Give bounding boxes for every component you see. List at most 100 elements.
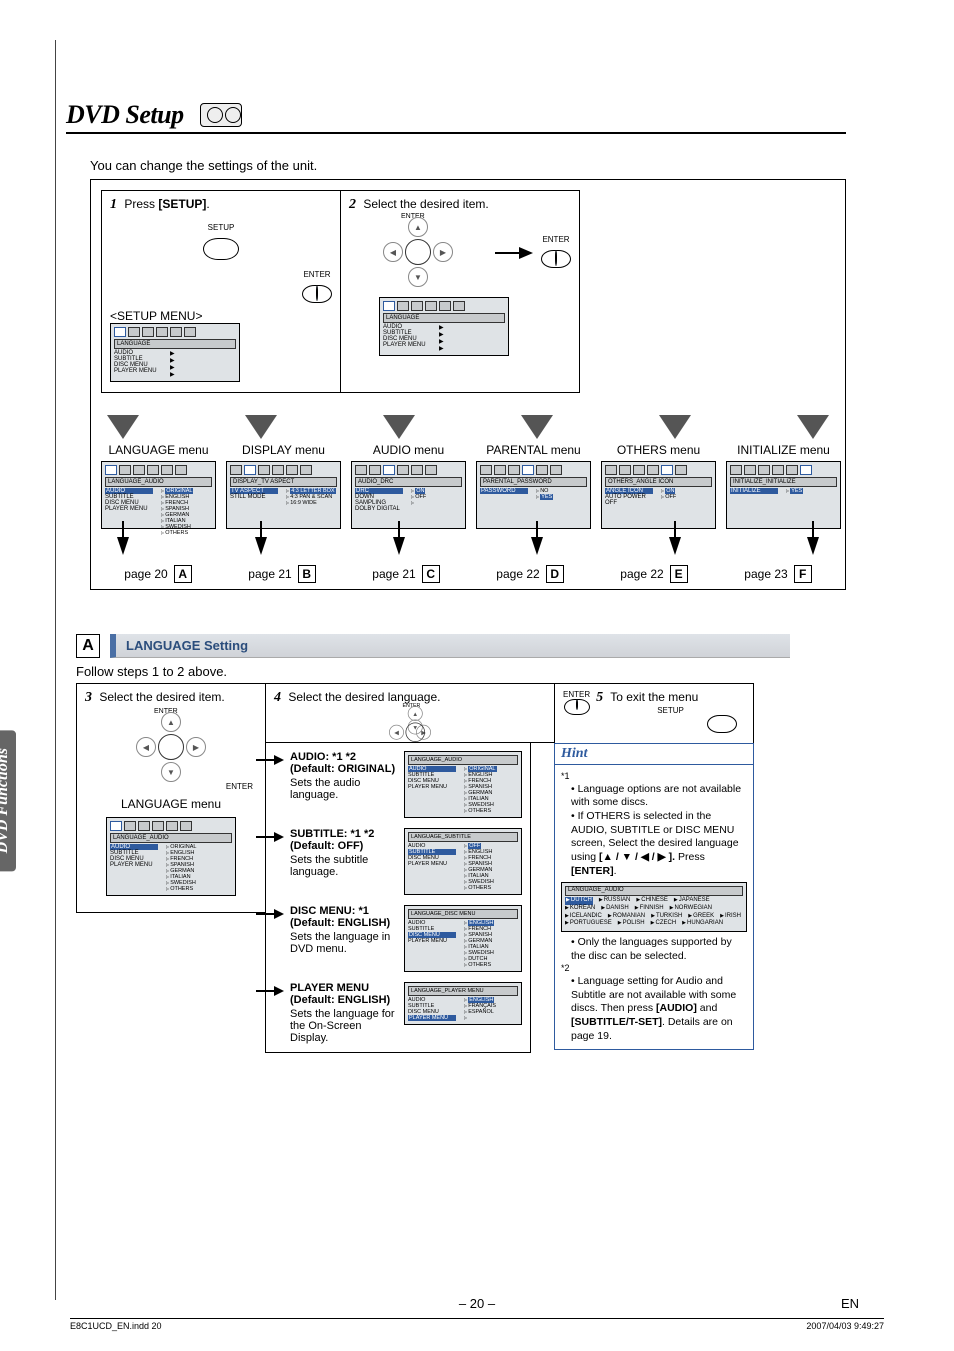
page-ref-F: page 23F	[721, 565, 835, 583]
dpad-icon-3: ENTER ▲▼ ◀▶	[136, 712, 206, 782]
enter-label-3b: ENTER	[85, 782, 253, 791]
step3-osd-header: LANGUAGE_AUDIO	[110, 833, 232, 843]
enter-button-icon-5	[564, 699, 590, 715]
step3-osd: LANGUAGE_AUDIO AUDIOSUBTITLEDISC MENUPLA…	[106, 817, 236, 896]
hint-body: *1 Language options are not available wi…	[555, 765, 753, 1049]
arrow-right-2	[495, 245, 533, 259]
step-1-bold: [SETUP]	[158, 197, 206, 211]
step-1: 1 Press [SETUP]. SETUP ENTER <SETUP MENU…	[101, 190, 341, 393]
hint-bullet-4: Language setting for Audio and Subtitle …	[571, 975, 747, 1043]
osd2-r4: PLAYER MENU	[383, 342, 431, 348]
enter-label-1: ENTER	[302, 270, 332, 279]
step-2-num: 2	[349, 197, 356, 212]
setup-button-icon-5	[707, 715, 737, 733]
hint-bullet-3: Only the languages supported by the disc…	[571, 936, 747, 963]
page-title: DVD Setup	[66, 100, 184, 130]
page-body: DVD Setup You can change the settings of…	[55, 40, 900, 1300]
title-row: DVD Setup	[66, 100, 846, 134]
step-1-text: Press	[124, 197, 158, 211]
page-lang: EN	[841, 1296, 859, 1311]
menu-label-F: INITIALIZE menu	[737, 443, 830, 457]
hint-osd: LANGUAGE_AUDIO DUTCHRUSSIANCHINESEJAPANE…	[561, 882, 747, 932]
step2-osd: LANGUAGE AUDIO SUBTITLE DISC MENU PLAYER…	[379, 297, 509, 356]
big-arrows-row	[107, 415, 829, 439]
setup-label-5: SETUP	[596, 706, 745, 715]
top-flow-box: 1 Press [SETUP]. SETUP ENTER <SETUP MENU…	[90, 179, 846, 590]
osd-cat-1: LANGUAGE	[114, 339, 236, 349]
page-ref-C: page 21C	[349, 565, 463, 583]
page-ref-E: page 22E	[597, 565, 711, 583]
menu-label-E: OTHERS menu	[617, 443, 700, 457]
disc-icon	[200, 103, 242, 127]
arrow-down-6	[797, 415, 829, 439]
menu-col-F: INITIALIZE menu INITIALIZE_INITIALIZE IN…	[726, 443, 841, 529]
step-3-col: 3 Select the desired item. ENTER ▲▼ ◀▶ E…	[76, 683, 266, 1053]
step-2: 2 Select the desired item. ENTER ▲▼ ◀▶ E…	[340, 190, 580, 393]
arrow-down-2	[245, 415, 277, 439]
arrow-down-4	[521, 415, 553, 439]
menu-osd-D: PARENTAL_PASSWORD PASSWORD▷ NO▷ YES	[476, 461, 591, 529]
hint-bullet-1: Language options are not available with …	[571, 783, 747, 810]
step-1-num: 1	[110, 197, 117, 212]
page-ref-D: page 22D	[473, 565, 587, 583]
thin-arrow-1	[117, 537, 129, 555]
intro-text: You can change the settings of the unit.	[90, 158, 900, 173]
thin-arrows-row	[107, 537, 829, 555]
enter-button-icon-2	[541, 250, 571, 268]
enter-label-2b: ENTER	[541, 235, 571, 244]
menu-col-B: DISPLAY menu DISPLAY_TV ASPECT TV ASPECT…	[226, 443, 341, 529]
menus-row: LANGUAGE menu LANGUAGE_AUDIO AUDIOSUBTIT…	[101, 443, 835, 529]
menu-label-B: DISPLAY menu	[242, 443, 325, 457]
step4-item-2: DISC MENU: *1 (Default: ENGLISH) Sets th…	[274, 905, 522, 972]
enter-label-5: ENTER	[563, 690, 590, 699]
side-tab: DVD Functions	[0, 730, 16, 871]
step-5-col: ENTER 5 To exit the menu SETUP Hint *1	[555, 683, 754, 1053]
section-a-letter: A	[76, 634, 100, 658]
footer-line: E8C1UCD_EN.indd 20 2007/04/03 9:49:27	[70, 1318, 884, 1331]
setup-button-icon	[203, 238, 239, 260]
step4-items: AUDIO: *1 *2 (Default: ORIGINAL) Sets th…	[265, 743, 531, 1053]
section-a-head: A LANGUAGE Setting	[76, 634, 900, 658]
step3-text: Select the desired item.	[99, 690, 224, 704]
step4-text: Select the desired language.	[288, 690, 440, 704]
menu-label-D: PARENTAL menu	[486, 443, 580, 457]
page-number: – 20 –	[0, 1296, 954, 1311]
menu-osd-B: DISPLAY_TV ASPECT TV ASPECTSTILL MODE▷ 4…	[226, 461, 341, 529]
thin-arrow-6	[807, 537, 819, 555]
hint-osd-bar: LANGUAGE_AUDIO	[565, 886, 743, 896]
step1-osd: LANGUAGE AUDIO SUBTITLE DISC MENU PLAYER…	[110, 323, 240, 382]
step4-num: 4	[274, 690, 281, 705]
setup-menu-caption: <SETUP MENU>	[110, 309, 332, 323]
footer-file: E8C1UCD_EN.indd 20	[70, 1321, 162, 1331]
menu-col-C: AUDIO menu AUDIO_DRC DRCDOWN SAMPLINGDOL…	[351, 443, 466, 529]
menu-col-D: PARENTAL menu PARENTAL_PASSWORD PASSWORD…	[476, 443, 591, 529]
thin-arrow-5	[669, 537, 681, 555]
footer-time: 2007/04/03 9:49:27	[806, 1321, 884, 1331]
hint-box: Hint *1 Language options are not availab…	[554, 743, 754, 1050]
step5-num: 5	[596, 690, 603, 705]
hint-title: Hint	[555, 744, 753, 765]
menu-osd-F: INITIALIZE_INITIALIZE INITIALIZE▷ YES	[726, 461, 841, 529]
step-3: 3 Select the desired item. ENTER ▲▼ ◀▶ E…	[76, 683, 266, 913]
menu-osd-A: LANGUAGE_AUDIO AUDIOSUBTITLEDISC MENUPLA…	[101, 461, 216, 529]
arrow-down-3	[383, 415, 415, 439]
step4-item-3: PLAYER MENU (Default: ENGLISH) Sets the …	[274, 982, 522, 1044]
thin-arrow-4	[531, 537, 543, 555]
step3-menu-label: LANGUAGE menu	[85, 797, 257, 811]
step-5: ENTER 5 To exit the menu SETUP	[554, 683, 754, 743]
osd1-r4: PLAYER MENU	[114, 368, 162, 374]
dpad-icon-4: ENTER ▲▼ ◀▶	[389, 706, 431, 735]
arrow-down-1	[107, 415, 139, 439]
menu-col-E: OTHERS menu OTHERS_ANGLE ICON ANGLE ICON…	[601, 443, 716, 529]
osd-cat-2: LANGUAGE	[383, 313, 505, 323]
thin-arrow-2	[255, 537, 267, 555]
hint-star1: *1	[561, 771, 747, 783]
bottom-row: 3 Select the desired item. ENTER ▲▼ ◀▶ E…	[76, 683, 866, 1053]
menu-osd-C: AUDIO_DRC DRCDOWN SAMPLINGDOLBY DIGITAL▷…	[351, 461, 466, 529]
hint-bullet-2: If OTHERS is selected in the AUDIO, SUBT…	[571, 810, 747, 878]
step-2-text: Select the desired item.	[363, 197, 488, 211]
menu-label-A: LANGUAGE menu	[108, 443, 208, 457]
thin-arrow-3	[393, 537, 405, 555]
menu-col-A: LANGUAGE menu LANGUAGE_AUDIO AUDIOSUBTIT…	[101, 443, 216, 529]
step4-item-0: AUDIO: *1 *2 (Default: ORIGINAL) Sets th…	[274, 751, 522, 818]
